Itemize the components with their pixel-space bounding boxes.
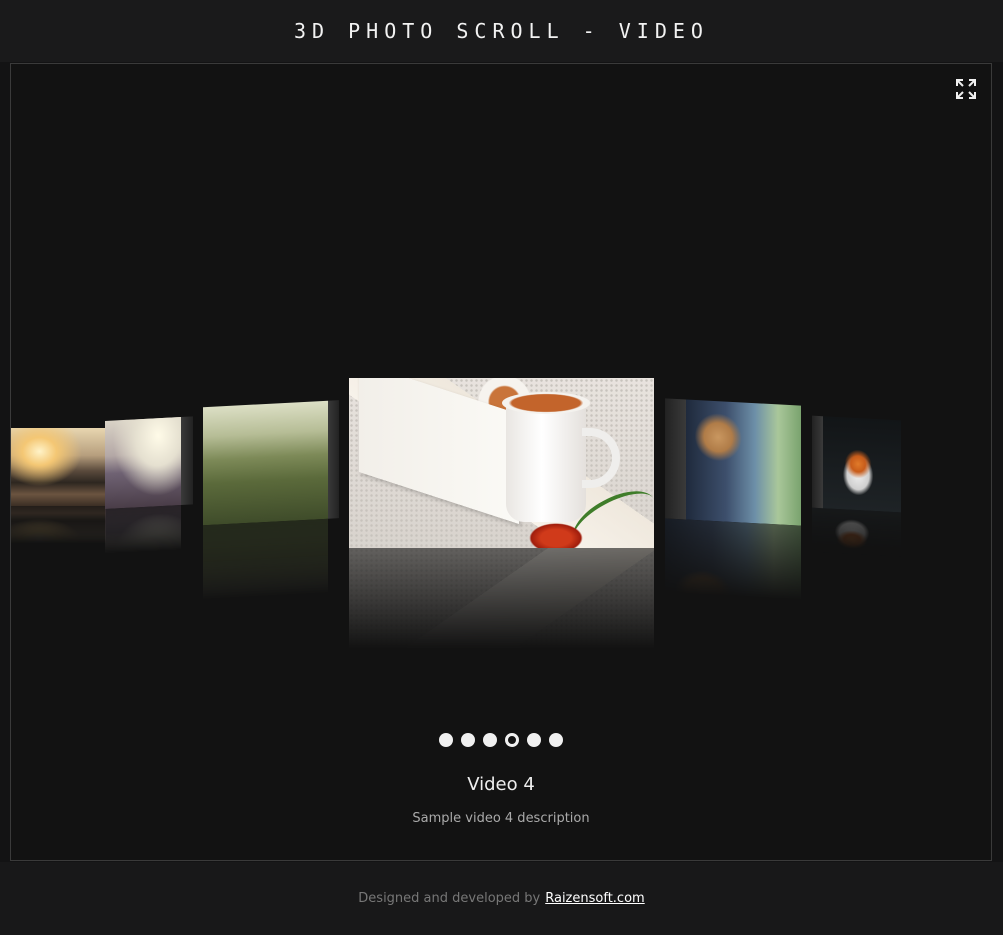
footer-link[interactable]: Raizensoft.com — [545, 891, 644, 906]
card-side — [328, 400, 339, 519]
thumbnail-image — [203, 400, 328, 526]
pagination-dot-3[interactable] — [483, 733, 497, 747]
pagination-dot-5[interactable] — [527, 733, 541, 747]
thumbnail-image — [823, 416, 901, 513]
card-side — [665, 398, 686, 520]
gallery-item-4-active[interactable] — [349, 378, 654, 683]
gallery-item-6[interactable] — [812, 415, 901, 573]
thumbnail-reflection — [105, 505, 181, 569]
book-shape — [359, 378, 519, 524]
footer-credit-text: Designed and developed by — [358, 891, 541, 906]
fullscreen-expand-icon — [956, 79, 976, 99]
gallery-item-5[interactable] — [665, 398, 801, 626]
gallery-item-3[interactable] — [203, 400, 339, 626]
fullscreen-button[interactable] — [955, 78, 977, 100]
cup-handle — [582, 428, 620, 488]
thumbnail-image — [105, 417, 181, 509]
gallery-item-2[interactable] — [105, 416, 193, 569]
caption-title: Video 4 — [467, 774, 535, 795]
pagination-dot-6[interactable] — [549, 733, 563, 747]
pagination-dot-1[interactable] — [439, 733, 453, 747]
thumbnail-image — [349, 378, 654, 548]
footer: Designed and developed by Raizensoft.com — [0, 862, 1003, 935]
pagination-dot-2[interactable] — [461, 733, 475, 747]
page-title: 3D PHOTO SCROLL - VIDEO — [294, 19, 709, 43]
pagination-dot-4-active[interactable] — [505, 733, 519, 747]
thumbnail-reflection — [349, 548, 654, 683]
thumbnail-image — [11, 428, 106, 506]
cup-shape — [502, 392, 620, 522]
caption-description: Sample video 4 description — [412, 811, 590, 826]
thumbnail-reflection — [812, 507, 901, 573]
gallery-stage[interactable]: Video 4 Sample video 4 description — [10, 63, 992, 861]
cup-coffee — [502, 392, 590, 414]
header: 3D PHOTO SCROLL - VIDEO — [0, 0, 1003, 62]
thumbnail-reflection — [665, 518, 801, 626]
pagination-dots — [11, 733, 991, 747]
thumbnail-reflection — [203, 518, 328, 626]
card-side — [812, 415, 823, 509]
thumbnail-reflection — [11, 506, 106, 556]
card-side — [181, 416, 193, 506]
thumbnail-image — [686, 399, 801, 526]
rose-shape — [529, 523, 583, 548]
gallery-item-1[interactable] — [11, 428, 106, 556]
